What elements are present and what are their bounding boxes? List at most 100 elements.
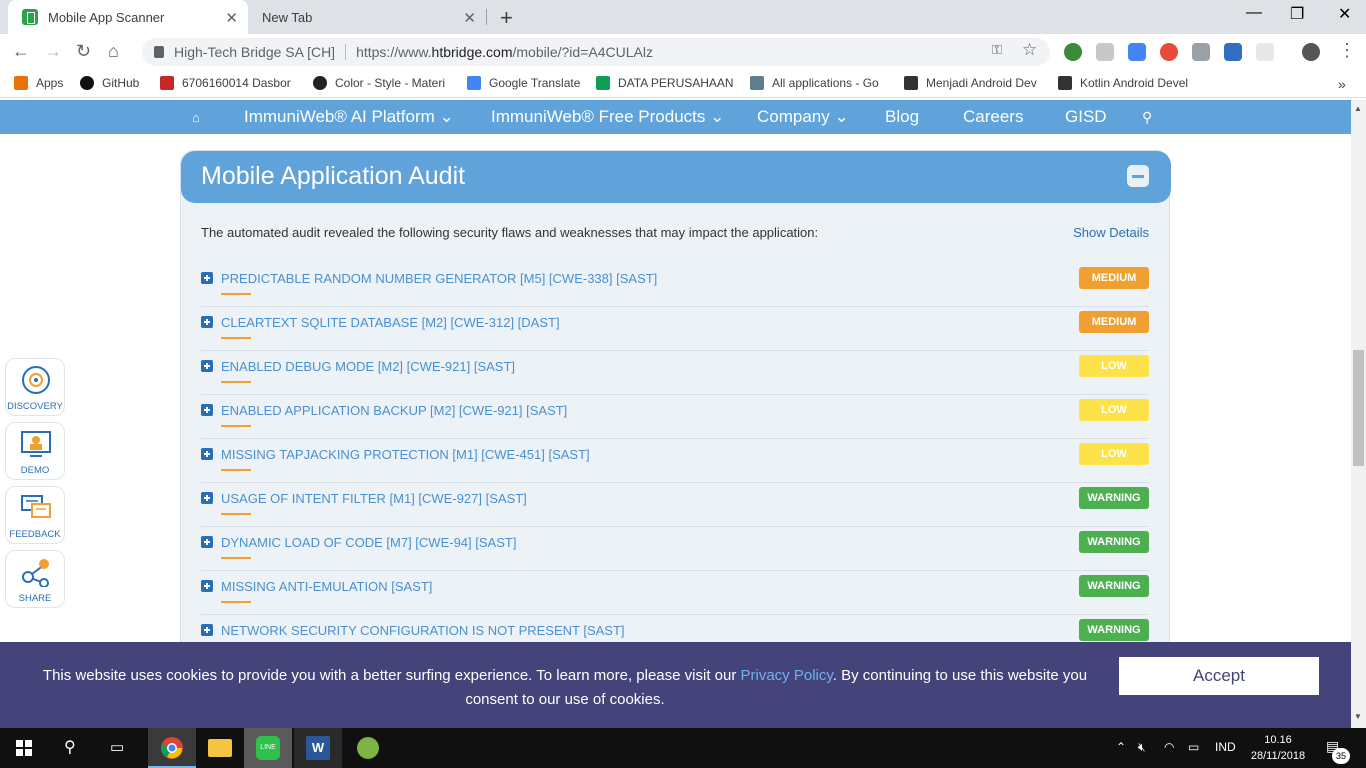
share-widget[interactable]: SHARE xyxy=(5,550,65,608)
feedback-widget[interactable]: FEEDBACK xyxy=(5,486,65,544)
finding-row[interactable]: MISSING TAPJACKING PROTECTION [M1] [CWE-… xyxy=(201,439,1149,483)
nav-company[interactable]: Company ⌄ xyxy=(757,107,849,127)
finding-title[interactable]: CLEARTEXT SQLITE DATABASE [M2] [CWE-312]… xyxy=(221,315,560,330)
scroll-thumb[interactable] xyxy=(1353,350,1364,466)
bookmark-data-perusahaan[interactable]: DATA PERUSAHAAN xyxy=(596,76,734,90)
chrome-taskbar-icon[interactable] xyxy=(148,728,196,768)
bookmark-dasbor[interactable]: 6706160014 Dasbor xyxy=(160,76,291,90)
finding-title[interactable]: ENABLED DEBUG MODE [M2] [CWE-921] [SAST] xyxy=(221,359,515,374)
scroll-down-icon[interactable]: ▼ xyxy=(1354,712,1362,721)
language-indicator[interactable]: IND xyxy=(1215,740,1236,754)
translate-extension-icon[interactable] xyxy=(1128,43,1146,61)
bookmark-github[interactable]: GitHub xyxy=(80,76,139,90)
collapse-icon[interactable] xyxy=(1127,165,1149,187)
show-details-link[interactable]: Show Details xyxy=(1073,225,1149,240)
finding-title[interactable]: DYNAMIC LOAD OF CODE [M7] [CWE-94] [SAST… xyxy=(221,535,516,550)
finding-row[interactable]: CLEARTEXT SQLITE DATABASE [M2] [CWE-312]… xyxy=(201,307,1149,351)
restore-icon[interactable]: ❐ xyxy=(1290,4,1304,24)
expand-plus-icon[interactable] xyxy=(201,492,213,504)
new-tab-button[interactable]: + xyxy=(500,5,513,31)
extension-globe-icon[interactable] xyxy=(1064,43,1082,61)
system-clock[interactable]: 10.16 28/11/2018 xyxy=(1248,732,1308,764)
home-icon[interactable]: ⌂ xyxy=(192,110,200,125)
close-tab-icon[interactable]: ✕ xyxy=(225,9,238,27)
finding-title[interactable]: MISSING TAPJACKING PROTECTION [M1] [CWE-… xyxy=(221,447,590,462)
severity-badge: WARNING xyxy=(1079,575,1149,597)
key-icon[interactable]: ⚿ xyxy=(992,42,1002,58)
page-scrollbar[interactable]: ▲ ▼ xyxy=(1351,100,1366,728)
bookmark-menjadi-android[interactable]: Menjadi Android Dev xyxy=(904,76,1037,90)
address-bar[interactable]: High-Tech Bridge SA [CH] https://www.htb… xyxy=(142,38,1050,66)
profile-avatar[interactable] xyxy=(1302,43,1320,61)
show-hidden-icons[interactable]: ⌃ xyxy=(1116,740,1126,754)
finding-row[interactable]: DYNAMIC LOAD OF CODE [M7] [CWE-94] [SAST… xyxy=(201,527,1149,571)
search-icon[interactable]: ⚲ xyxy=(64,737,76,757)
finding-row[interactable]: MISSING ANTI-EMULATION [SAST] WARNING xyxy=(201,571,1149,615)
extension-icon[interactable] xyxy=(1192,43,1210,61)
finding-underline xyxy=(221,469,251,471)
json-extension-icon[interactable] xyxy=(1256,43,1274,61)
target-extension-icon[interactable] xyxy=(1160,43,1178,61)
finding-title[interactable]: ENABLED APPLICATION BACKUP [M2] [CWE-921… xyxy=(221,403,567,418)
search-icon[interactable]: ⚲ xyxy=(1142,109,1152,126)
finding-title[interactable]: PREDICTABLE RANDOM NUMBER GENERATOR [M5]… xyxy=(221,271,657,286)
bookmark-google-translate[interactable]: Google Translate xyxy=(467,76,580,90)
audit-panel-header[interactable]: Mobile Application Audit xyxy=(181,151,1171,203)
finding-row[interactable]: PREDICTABLE RANDOM NUMBER GENERATOR [M5]… xyxy=(201,263,1149,307)
windows-start-icon[interactable] xyxy=(16,740,32,756)
finding-row[interactable]: NETWORK SECURITY CONFIGURATION IS NOT PR… xyxy=(201,615,1149,642)
expand-plus-icon[interactable] xyxy=(201,404,213,416)
severity-badge: MEDIUM xyxy=(1079,267,1149,289)
finding-row[interactable]: ENABLED APPLICATION BACKUP [M2] [CWE-921… xyxy=(201,395,1149,439)
close-tab-icon[interactable]: ✕ xyxy=(463,9,476,27)
share-icon xyxy=(22,559,49,587)
nav-careers[interactable]: Careers xyxy=(963,107,1023,127)
extension-icon[interactable] xyxy=(1096,43,1114,61)
finding-row[interactable]: ENABLED DEBUG MODE [M2] [CWE-921] [SAST]… xyxy=(201,351,1149,395)
wifi-icon[interactable]: ◠ xyxy=(1164,740,1174,754)
expand-plus-icon[interactable] xyxy=(201,624,213,636)
reload-icon[interactable]: ↻ xyxy=(76,41,91,62)
file-explorer-taskbar-icon[interactable] xyxy=(196,728,244,768)
expand-plus-icon[interactable] xyxy=(201,272,213,284)
power-icon[interactable]: ▭ xyxy=(1188,740,1199,754)
tab-new-tab[interactable]: New Tab ✕ xyxy=(248,0,486,34)
bookmark-apps[interactable]: Apps xyxy=(14,76,63,90)
more-bookmarks-icon[interactable]: » xyxy=(1338,76,1346,92)
extension-icon[interactable] xyxy=(1224,43,1242,61)
accept-cookies-button[interactable]: Accept xyxy=(1119,657,1319,695)
discovery-widget[interactable]: DISCOVERY xyxy=(5,358,65,416)
word-taskbar-icon[interactable]: W xyxy=(294,728,342,768)
finding-row[interactable]: USAGE OF INTENT FILTER [M1] [CWE-927] [S… xyxy=(201,483,1149,527)
line-taskbar-icon[interactable]: LINE xyxy=(244,728,292,768)
nav-free-products[interactable]: ImmuniWeb® Free Products ⌄ xyxy=(491,107,724,127)
expand-plus-icon[interactable] xyxy=(201,448,213,460)
bookmark-kotlin-android[interactable]: Kotlin Android Devel xyxy=(1058,76,1188,90)
expand-plus-icon[interactable] xyxy=(201,316,213,328)
finding-title[interactable]: NETWORK SECURITY CONFIGURATION IS NOT PR… xyxy=(221,623,625,638)
expand-plus-icon[interactable] xyxy=(201,360,213,372)
privacy-policy-link[interactable]: Privacy Policy xyxy=(741,667,833,684)
forward-icon[interactable]: → xyxy=(44,41,62,62)
nav-gisd[interactable]: GISD xyxy=(1065,107,1107,127)
bookmark-all-applications[interactable]: All applications - Go xyxy=(750,76,879,90)
expand-plus-icon[interactable] xyxy=(201,536,213,548)
bookmark-color-style[interactable]: Color - Style - Materi xyxy=(313,76,445,90)
nav-blog[interactable]: Blog xyxy=(885,107,919,127)
minimize-icon[interactable]: — xyxy=(1246,4,1262,22)
expand-plus-icon[interactable] xyxy=(201,580,213,592)
close-window-icon[interactable]: ✕ xyxy=(1338,4,1351,24)
demo-widget[interactable]: DEMO xyxy=(5,422,65,480)
home-icon[interactable]: ⌂ xyxy=(108,41,119,62)
bookmark-star-icon[interactable]: ☆ xyxy=(1022,40,1037,60)
menu-icon[interactable]: ⋮ xyxy=(1338,40,1356,61)
volume-muted-icon[interactable]: 🔇︎ xyxy=(1138,740,1146,755)
back-icon[interactable]: ← xyxy=(12,41,30,62)
task-view-icon[interactable]: ▭ xyxy=(110,738,124,756)
finding-title[interactable]: MISSING ANTI-EMULATION [SAST] xyxy=(221,579,432,594)
finding-title[interactable]: USAGE OF INTENT FILTER [M1] [CWE-927] [S… xyxy=(221,491,527,506)
android-studio-taskbar-icon[interactable] xyxy=(344,728,392,768)
tab-mobile-app-scanner[interactable]: Mobile App Scanner ✕ xyxy=(8,0,248,34)
nav-ai-platform[interactable]: ImmuniWeb® AI Platform ⌄ xyxy=(244,107,454,127)
scroll-up-icon[interactable]: ▲ xyxy=(1354,104,1362,113)
